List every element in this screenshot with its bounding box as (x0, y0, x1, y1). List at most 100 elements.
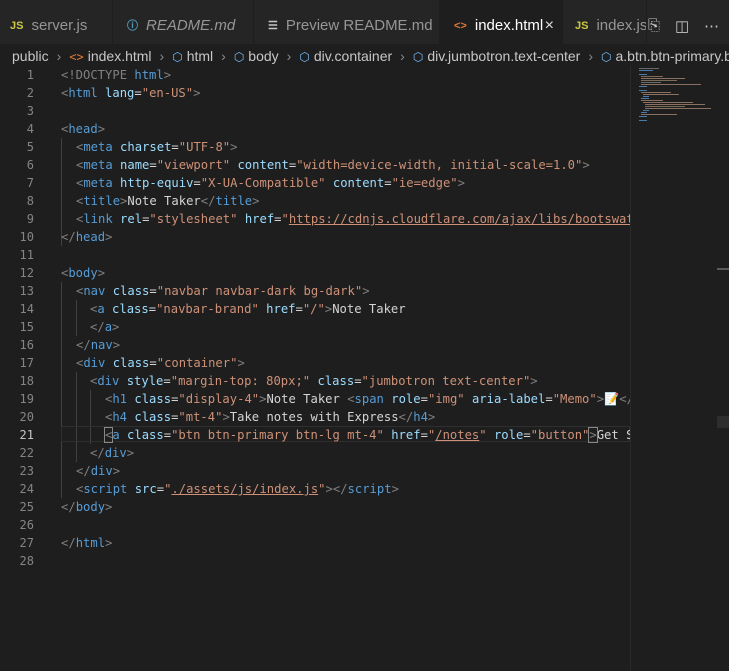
scrollbar-thumb[interactable] (717, 416, 729, 428)
code-line-current: 21 <a class="btn btn-primary btn-lg mt-4… (0, 426, 630, 444)
split-editor-icon[interactable]: ◫ (675, 17, 689, 35)
tab-label: server.js (31, 17, 88, 34)
minimap-line (641, 114, 677, 115)
code-line: 25 </body> (0, 498, 630, 516)
breadcrumb-item-html[interactable]: html (187, 48, 213, 64)
line-number: 12 (19, 266, 34, 280)
info-icon: ⓘ (127, 20, 138, 32)
minimap-line (643, 102, 693, 103)
element-icon: ⬡ (172, 50, 183, 64)
breadcrumb-item-public[interactable]: public (12, 44, 49, 68)
minimap-line (641, 84, 701, 85)
code-editor[interactable]: 1 <!DOCTYPE html> 2 <html lang="en-US"> … (0, 66, 630, 671)
line-code: <body> (61, 266, 106, 280)
line-code: <div style="margin-top: 80px;" class="ju… (90, 374, 538, 388)
code-line: 28 (0, 552, 630, 570)
line-code: </body> (61, 500, 113, 514)
line-code: <!DOCTYPE html> (61, 68, 172, 82)
minimap-line (639, 74, 647, 75)
line-code: <div class="container"> (76, 356, 245, 370)
tab-server-js[interactable]: JS server.js (0, 0, 113, 44)
html-file-icon: <> (454, 20, 467, 32)
tab-readme-md[interactable]: ⓘ README.md (113, 0, 254, 44)
line-code: <h1 class="display-4">Note Taker <span r… (105, 392, 630, 406)
code-line: 5 <meta charset="UTF-8"> (0, 138, 630, 156)
url-link[interactable]: /notes (435, 428, 479, 442)
code-line: 18 <div style="margin-top: 80px;" class=… (0, 372, 630, 390)
editor-tab-bar: JS server.js ⓘ README.md ☰ Preview README.m… (0, 0, 729, 44)
html-file-icon: <> (69, 50, 84, 64)
code-line: 11 (0, 246, 630, 264)
line-number: 9 (26, 212, 34, 226)
line-code: <meta charset="UTF-8"> (76, 140, 238, 154)
code-line: 26 (0, 516, 630, 534)
code-line: 8 <title>Note Taker</title> (0, 192, 630, 210)
line-number: 5 (26, 140, 34, 154)
open-changes-icon[interactable]: ⎘ (648, 17, 660, 34)
code-line: 13 <nav class="navbar navbar-dark bg-dar… (0, 282, 630, 300)
element-icon: ⬡ (299, 50, 310, 64)
code-line: 3 (0, 102, 630, 120)
tab-preview-readme[interactable]: ☰ Preview README.md (254, 0, 440, 44)
line-code: <html lang="en-US"> (61, 86, 201, 100)
line-code: </div> (90, 446, 135, 460)
line-number: 21 (19, 428, 34, 442)
line-number: 16 (19, 338, 34, 352)
javascript-file-icon: JS (575, 20, 589, 32)
tab-index-html[interactable]: <> index.html × (440, 0, 563, 44)
line-number: 1 (26, 68, 34, 82)
element-icon: ⬡ (233, 50, 245, 64)
line-code: </a> (90, 320, 120, 334)
minimap-line (639, 116, 647, 117)
code-line: 1 <!DOCTYPE html> (0, 66, 630, 84)
code-line: 10 </head> (0, 228, 630, 246)
url-link[interactable]: https://cdnjs.cloudflare.com/ajax/libs/b… (289, 212, 630, 226)
more-actions-icon[interactable]: ⋯ (704, 17, 719, 35)
url-link[interactable]: ./assets/js/index.js (171, 482, 318, 496)
vertical-scrollbar[interactable] (717, 66, 729, 671)
breadcrumb-item-a-btn[interactable]: a.btn.btn-primary.b (616, 48, 729, 64)
line-code: <a class="navbar-brand" href="/">Note Ta… (90, 302, 406, 316)
breadcrumb-item-index-html[interactable]: index.html (88, 48, 152, 64)
line-code: </div> (76, 464, 121, 478)
minimap[interactable] (630, 66, 718, 671)
line-number: 6 (26, 158, 34, 172)
tab-label: README.md (146, 17, 236, 34)
line-number: 15 (19, 320, 34, 334)
preview-icon: ☰ (268, 20, 278, 32)
minimap-line (639, 68, 659, 69)
element-icon: ⬡ (412, 50, 424, 64)
code-line: 9 <link rel="stylesheet" href="https://c… (0, 210, 630, 228)
element-icon: ⬡ (601, 50, 612, 64)
breadcrumb-item-body[interactable]: body (248, 48, 278, 64)
line-number: 17 (19, 356, 34, 370)
minimap-line (639, 70, 653, 71)
code-line: 14 <a class="navbar-brand" href="/">Note… (0, 300, 630, 318)
code-line: 7 <meta http-equiv="X-UA-Compatible" con… (0, 174, 630, 192)
line-number: 26 (19, 518, 34, 532)
breadcrumb-item-div-container[interactable]: div.container (314, 48, 392, 64)
code-line: 27 </html> (0, 534, 630, 552)
code-line: 20 <h4 class="mt-4">Take notes with Expr… (0, 408, 630, 426)
close-icon[interactable]: × (545, 0, 554, 44)
minimap-line (643, 96, 649, 97)
minimap-line (641, 100, 663, 101)
minimap-line (641, 98, 649, 99)
line-number: 7 (26, 176, 34, 190)
line-number: 10 (19, 230, 34, 244)
chevron-right-icon: › (400, 48, 405, 64)
tab-index-js[interactable]: JS index.js (563, 0, 647, 44)
minimap-line (643, 94, 679, 95)
scrollbar-cursor-marker (717, 268, 729, 270)
minimap-line (641, 80, 677, 81)
breadcrumb-item-div-jumbotron[interactable]: div.jumbotron.text-center (427, 48, 580, 64)
chevron-right-icon: › (286, 48, 292, 64)
minimap-line (641, 78, 685, 79)
minimap-line (643, 110, 649, 111)
line-code: <head> (61, 122, 106, 136)
minimap-line (641, 82, 661, 83)
line-code: <nav class="navbar navbar-dark bg-dark"> (76, 284, 370, 298)
line-number: 8 (26, 194, 34, 208)
line-number: 11 (19, 248, 34, 262)
minimap-line (641, 112, 647, 113)
